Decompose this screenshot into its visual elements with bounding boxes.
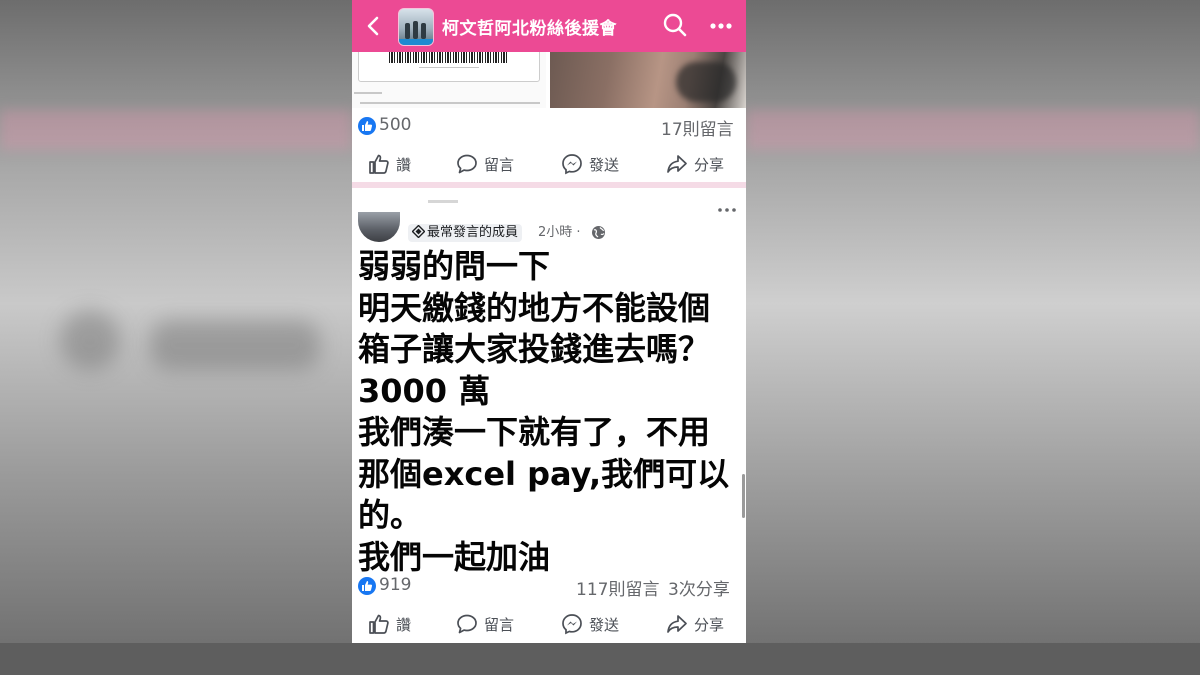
scrollbar-thumb[interactable] — [742, 474, 745, 518]
share-label: 分享 — [694, 616, 725, 634]
blurred-bottom-band — [0, 643, 1200, 675]
globe-icon — [592, 226, 605, 239]
speech-bubble-icon — [457, 614, 477, 634]
post2-stats: 919 117則留言 3次分享 — [352, 570, 746, 602]
badge-label: 最常發言的成員 — [427, 225, 519, 240]
post1-document-image[interactable] — [352, 52, 546, 108]
author-name-redacted — [428, 200, 458, 203]
more-horizontal-icon[interactable] — [708, 14, 734, 38]
facebook-group-feed: 柯文哲阿北粉絲後援會 500 17則留言 讚 留言 發送 分享 最常發言的成員 … — [352, 0, 746, 643]
post1-action-bar: 讚 留言 發送 分享 — [352, 144, 746, 184]
group-avatar[interactable] — [398, 8, 434, 46]
speech-bubble-icon — [457, 154, 477, 174]
post-body: 弱弱的問一下 明天繳錢的地方不能設個 箱子讓大家投錢進去嗎？ 3000 萬 我們… — [358, 246, 738, 578]
post-options-icon[interactable] — [716, 200, 738, 220]
diamond-badge-icon — [412, 225, 425, 238]
search-icon[interactable] — [662, 12, 688, 38]
post-line: 弱弱的問一下 — [358, 247, 551, 285]
thumbs-up-icon — [369, 614, 389, 634]
post-line: 箱子讓大家投錢進去嗎？ — [358, 330, 711, 368]
group-header-bar: 柯文哲阿北粉絲後援會 — [352, 0, 746, 52]
post-line: 明天繳錢的地方不能設個 — [358, 288, 711, 327]
blurred-background-right — [746, 0, 1200, 675]
messenger-icon — [562, 154, 582, 175]
post-timestamp[interactable]: 2小時 · — [538, 224, 581, 242]
post2-share-count[interactable]: 3次分享 — [668, 575, 730, 600]
post-line: 那個excel pay,我們可以 — [358, 454, 730, 493]
share-arrow-icon — [667, 615, 687, 633]
share-arrow-icon — [667, 155, 687, 173]
top-contributor-badge[interactable]: 最常發言的成員 — [408, 224, 523, 242]
post2-action-bar: 讚 留言 發送 分享 — [352, 604, 746, 643]
author-avatar[interactable] — [358, 212, 400, 242]
like-reaction-icon — [358, 117, 376, 135]
group-title[interactable]: 柯文哲阿北粉絲後援會 — [442, 14, 617, 39]
post1-images[interactable] — [352, 52, 746, 108]
post1-like-count[interactable]: 500 — [379, 115, 411, 135]
thumbs-up-icon — [369, 154, 389, 174]
post2-like-count[interactable]: 919 — [379, 575, 411, 595]
like-label: 讚 — [396, 156, 412, 174]
post2-comment-count[interactable]: 117則留言 — [576, 575, 659, 600]
post-line: 的。 — [358, 496, 423, 534]
send-label: 發送 — [589, 616, 620, 634]
post1-comment-count[interactable]: 17則留言 — [661, 115, 734, 140]
share-label: 分享 — [694, 156, 725, 174]
post-line: 3000 萬 — [358, 371, 491, 410]
messenger-icon — [562, 614, 582, 635]
post-line: 我們湊一下就有了，不用 — [358, 413, 711, 451]
post1-stats: 500 17則留言 — [352, 110, 746, 142]
post1-photo[interactable] — [550, 52, 746, 108]
like-label: 讚 — [396, 616, 412, 634]
like-reaction-icon — [358, 577, 376, 595]
post-divider — [352, 182, 746, 188]
blurred-background-left — [0, 0, 352, 675]
comment-label: 留言 — [484, 616, 515, 634]
chevron-left-icon[interactable] — [360, 12, 388, 40]
send-label: 發送 — [589, 156, 620, 174]
comment-label: 留言 — [484, 156, 515, 174]
